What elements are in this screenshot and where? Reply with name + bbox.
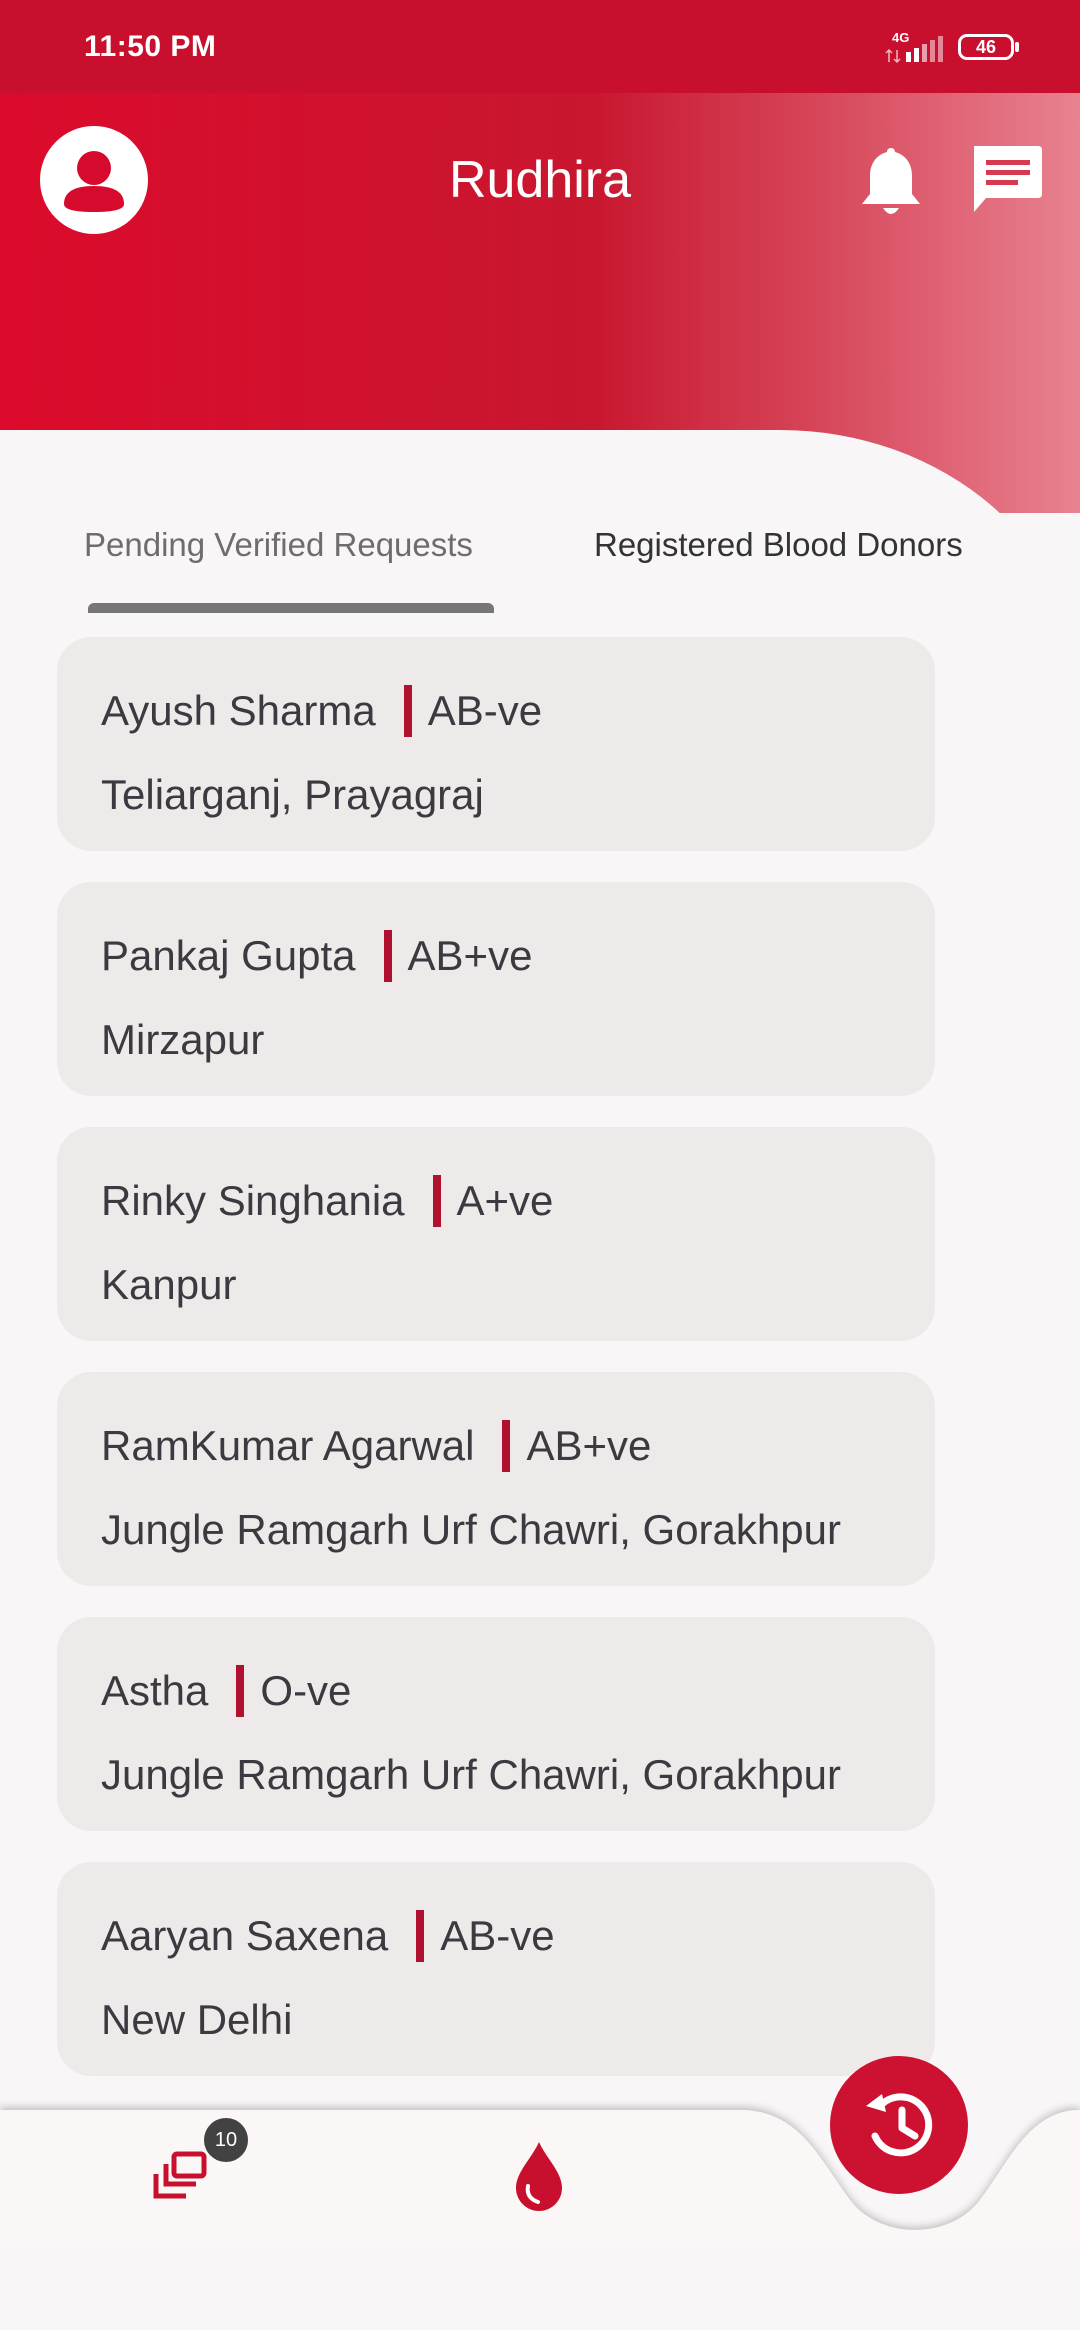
signal-icon: 4G — [885, 30, 943, 64]
request-name-line: RamKumar Agarwal AB+ve — [101, 1420, 651, 1472]
request-name-line: Rinky Singhania A+ve — [101, 1175, 553, 1227]
request-name-line: Aaryan Saxena AB-ve — [101, 1910, 555, 1962]
requester-name: Aaryan Saxena — [101, 1912, 389, 1959]
tab-pending-verified-requests[interactable]: Pending Verified Requests — [84, 526, 473, 564]
tab-registered-blood-donors[interactable]: Registered Blood Donors — [594, 526, 963, 564]
notification-count-badge: 10 — [204, 2118, 248, 2162]
request-card[interactable]: Pankaj Gupta AB+ve Mirzapur — [57, 882, 935, 1096]
request-location: Kanpur — [101, 1261, 237, 1308]
request-name-line: Ayush Sharma AB-ve — [101, 685, 542, 737]
divider-bar — [236, 1665, 245, 1717]
requester-name: Astha — [101, 1667, 209, 1714]
tab-indicator — [88, 603, 494, 613]
history-icon — [866, 2093, 933, 2157]
blood-drop-icon[interactable] — [512, 2140, 566, 2212]
chat-icon[interactable] — [968, 142, 1044, 218]
requester-name: Rinky Singhania — [101, 1177, 405, 1224]
divider-bar — [432, 1175, 441, 1227]
stack-icon[interactable] — [150, 2150, 210, 2210]
divider-bar — [502, 1420, 511, 1472]
request-name-line: Pankaj Gupta AB+ve — [101, 930, 532, 982]
divider-bar — [383, 930, 392, 982]
request-card[interactable]: Astha O-ve Jungle Ramgarh Urf Chawri, Go… — [57, 1617, 935, 1831]
divider-bar — [416, 1910, 425, 1962]
request-location: Teliarganj, Prayagraj — [101, 771, 484, 818]
requester-name: Pankaj Gupta — [101, 932, 356, 979]
request-card[interactable]: Aaryan Saxena AB-ve New Delhi — [57, 1862, 935, 2076]
request-card[interactable]: RamKumar Agarwal AB+ve Jungle Ramgarh Ur… — [57, 1372, 935, 1586]
bell-icon[interactable] — [858, 142, 924, 222]
blood-group: AB-ve — [427, 687, 543, 734]
blood-group: A+ve — [456, 1177, 554, 1224]
request-location: Jungle Ramgarh Urf Chawri, Gorakhpur — [101, 1751, 841, 1798]
divider-bar — [403, 685, 412, 737]
status-time: 11:50 PM — [84, 30, 217, 63]
request-name-line: Astha O-ve — [101, 1665, 351, 1717]
request-card[interactable]: Rinky Singhania A+ve Kanpur — [57, 1127, 935, 1341]
request-card[interactable]: Ayush Sharma AB-ve Teliarganj, Prayagraj — [57, 637, 935, 851]
svg-text:4G: 4G — [892, 30, 909, 45]
blood-group: AB+ve — [526, 1422, 652, 1469]
history-button[interactable] — [830, 2056, 968, 2194]
requester-name: Ayush Sharma — [101, 687, 376, 734]
request-location: New Delhi — [101, 1996, 293, 2043]
blood-group: O-ve — [260, 1667, 352, 1714]
requester-name: RamKumar Agarwal — [101, 1422, 475, 1469]
status-bar: 11:50 PM 4G 46 — [0, 0, 1080, 93]
blood-group: AB-ve — [440, 1912, 555, 1959]
battery-level: 46 — [975, 37, 997, 57]
battery-icon: 46 — [958, 34, 1019, 60]
request-location: Mirzapur — [101, 1016, 265, 1063]
blood-group: AB+ve — [407, 932, 533, 979]
request-location: Jungle Ramgarh Urf Chawri, Gorakhpur — [101, 1506, 841, 1553]
